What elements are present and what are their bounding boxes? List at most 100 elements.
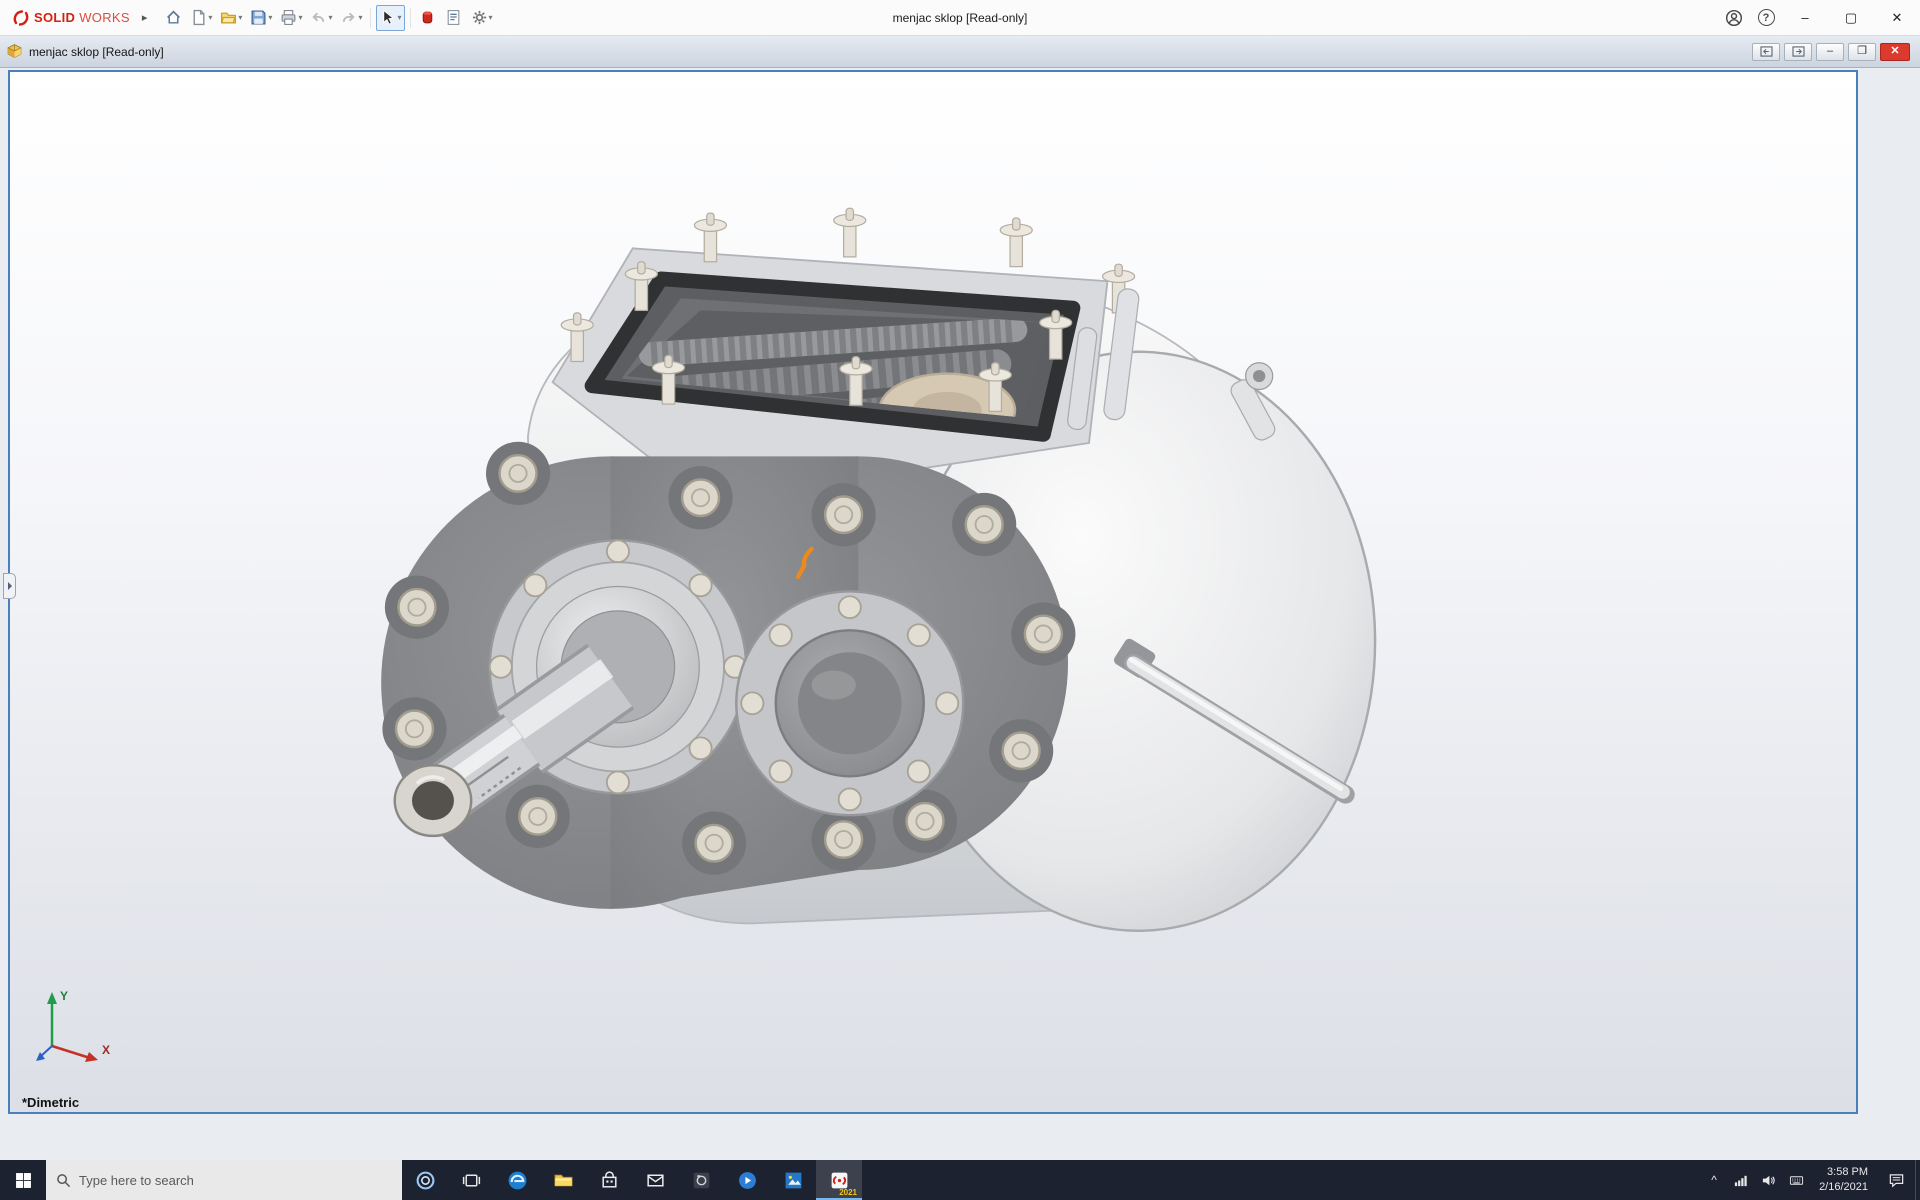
document-window-controls: – ❐ ✕: [1752, 42, 1914, 61]
dropdown-arrow-icon[interactable]: ▾: [208, 13, 212, 22]
assembly-document-icon: [7, 44, 22, 58]
camera-button[interactable]: [678, 1160, 724, 1200]
action-center-button[interactable]: [1877, 1160, 1915, 1200]
select-cursor-icon: [383, 9, 395, 25]
options-button[interactable]: ▾: [468, 5, 496, 31]
workarea: Y X *Dimetric: [0, 68, 1920, 1160]
screen: SOLID WORKS ▸ ▾ ▾ ▾ ▾ ▾ ▾ ▾ ▾ menjac skl…: [0, 0, 1920, 1200]
dropdown-arrow-icon[interactable]: ▾: [238, 13, 242, 22]
solidworks-version-badge: 2021: [839, 1188, 857, 1197]
user-avatar-icon: [1725, 9, 1743, 26]
edge-button[interactable]: [494, 1160, 540, 1200]
system-tray: ^ 3:58 PM 2/16/2021: [1702, 1160, 1920, 1200]
dropdown-arrow-icon[interactable]: ▾: [328, 13, 332, 22]
gear-icon: [472, 10, 486, 25]
home-button[interactable]: [161, 5, 185, 31]
solidworks-taskbar-button[interactable]: 2021: [816, 1160, 862, 1200]
maximize-button[interactable]: ▢: [1828, 0, 1874, 36]
featuremanager-collapse-tab[interactable]: [3, 573, 16, 599]
menu-expand-arrow[interactable]: ▸: [134, 11, 156, 24]
help-icon: ?: [1757, 9, 1775, 26]
rebuild-button[interactable]: [416, 5, 440, 31]
new-document-icon: [193, 9, 205, 26]
redo-button[interactable]: ▾: [337, 5, 365, 31]
cortana-button[interactable]: [402, 1160, 448, 1200]
view-orientation-label: *Dimetric: [22, 1095, 80, 1110]
clock-time: 3:58 PM: [1827, 1166, 1868, 1179]
dropdown-arrow-icon[interactable]: ▾: [268, 13, 272, 22]
show-desktop-button[interactable]: [1915, 1160, 1920, 1200]
undo-button[interactable]: ▾: [307, 5, 335, 31]
account-button[interactable]: [1718, 0, 1750, 35]
touch-keyboard-tray-button[interactable]: [1782, 1160, 1810, 1200]
rebuild-icon: [422, 11, 433, 24]
tile-windows-icon: [1759, 46, 1773, 57]
brand-works-text: WORKS: [79, 10, 130, 25]
side-cover: [735, 590, 965, 817]
start-button[interactable]: [0, 1160, 46, 1200]
triad-y-label: Y: [60, 989, 68, 1003]
doc-close-button[interactable]: ✕: [1880, 42, 1910, 61]
tile-windows-button[interactable]: [1752, 42, 1780, 61]
taskbar-clock[interactable]: 3:58 PM 2/16/2021: [1810, 1160, 1877, 1200]
volume-icon: [1762, 1175, 1775, 1185]
volume-tray-button[interactable]: [1754, 1160, 1782, 1200]
action-center-icon: [1889, 1173, 1903, 1188]
file-explorer-button[interactable]: [540, 1160, 586, 1200]
photos-button[interactable]: [770, 1160, 816, 1200]
solidworks-menu-button[interactable]: SOLID WORKS: [8, 9, 134, 27]
file-properties-button[interactable]: [442, 5, 466, 31]
app-titlebar: SOLID WORKS ▸ ▾ ▾ ▾ ▾ ▾ ▾ ▾ ▾ menjac skl…: [0, 0, 1920, 36]
store-button[interactable]: [586, 1160, 632, 1200]
print-button[interactable]: ▾: [277, 5, 305, 31]
windows-logo-icon: [15, 1172, 31, 1188]
dropdown-arrow-icon[interactable]: ▾: [397, 13, 401, 22]
select-tool-button[interactable]: ▾: [376, 4, 405, 31]
doc-restore-button[interactable]: ❐: [1848, 42, 1876, 61]
search-icon: [57, 1173, 71, 1187]
dropdown-arrow-icon[interactable]: ▾: [298, 13, 302, 22]
orientation-triad: Y X: [36, 989, 110, 1062]
media-player-button[interactable]: [724, 1160, 770, 1200]
help-button[interactable]: ?: [1750, 0, 1782, 35]
open-button[interactable]: ▾: [217, 5, 245, 31]
graphics-viewport[interactable]: Y X *Dimetric: [8, 70, 1858, 1114]
gearbox-model: [381, 207, 1377, 932]
network-tray-button[interactable]: [1726, 1160, 1754, 1200]
titlebar-right-controls: ? – ▢ ✕: [1718, 0, 1920, 35]
task-view-button[interactable]: [448, 1160, 494, 1200]
dropdown-arrow-icon[interactable]: ▾: [358, 13, 362, 22]
cortana-icon: [416, 1171, 434, 1189]
task-view-icon: [462, 1174, 480, 1186]
new-document-button[interactable]: ▾: [187, 5, 215, 31]
save-button[interactable]: ▾: [247, 5, 275, 31]
cascade-windows-button[interactable]: [1784, 42, 1812, 61]
triad-x-label: X: [102, 1043, 110, 1057]
photos-icon: [785, 1172, 801, 1188]
dropdown-arrow-icon[interactable]: ▾: [489, 13, 493, 22]
clock-date: 2/16/2021: [1819, 1181, 1868, 1193]
document-titlebar: menjac sklop [Read-only] – ❐ ✕: [0, 36, 1920, 68]
toolbar-separator: [370, 7, 372, 28]
keyboard-icon: [1789, 1175, 1803, 1185]
camera-icon: [693, 1172, 709, 1188]
open-folder-icon: [221, 12, 237, 24]
search-input[interactable]: [79, 1172, 392, 1188]
close-button[interactable]: ✕: [1874, 0, 1920, 36]
file-explorer-icon: [554, 1174, 572, 1186]
taskbar-search[interactable]: [46, 1160, 402, 1200]
mail-button[interactable]: [632, 1160, 678, 1200]
undo-icon: [312, 12, 325, 22]
document-title: menjac sklop [Read-only]: [29, 44, 164, 59]
file-properties-icon: [447, 10, 460, 25]
taskbar: 2021 ^: [0, 1160, 1920, 1200]
doc-minimize-button[interactable]: –: [1816, 42, 1844, 61]
quick-access-toolbar: ▾ ▾ ▾ ▾ ▾ ▾ ▾ ▾: [161, 4, 496, 31]
media-player-icon: [738, 1171, 756, 1189]
tray-chevron-icon[interactable]: ^: [1702, 1160, 1726, 1200]
brand-solid-text: SOLID: [34, 10, 76, 25]
window-title: menjac sklop [Read-only]: [892, 10, 1028, 25]
toolbar-separator: [409, 7, 411, 28]
store-icon: [601, 1170, 617, 1188]
minimize-button[interactable]: –: [1782, 0, 1828, 36]
